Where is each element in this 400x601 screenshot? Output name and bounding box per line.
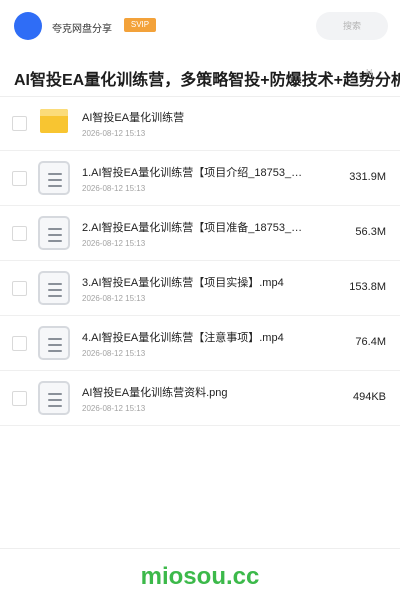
file-icon bbox=[38, 161, 70, 195]
file-icon bbox=[38, 326, 70, 360]
select-checkbox[interactable] bbox=[12, 336, 27, 351]
svip-badge: SVIP bbox=[124, 18, 156, 32]
file-date: 2026-08-12 15:13 bbox=[82, 184, 146, 193]
file-name: 4.AI智投EA量化训练营【注意事项】.mp4 bbox=[82, 332, 284, 344]
user-avatar[interactable] bbox=[14, 12, 42, 40]
select-checkbox[interactable] bbox=[12, 171, 27, 186]
title-overflow-text: M bbox=[366, 68, 373, 77]
list-item[interactable]: 3.AI智投EA量化训练营【项目实操】.mp4 2026-08-12 15:13… bbox=[0, 261, 400, 316]
list-item[interactable]: 2.AI智投EA量化训练营【项目准备_18753_… 2026-08-12 15… bbox=[0, 206, 400, 261]
top-bar: 夸克网盘分享 SVIP 搜索 bbox=[0, 0, 400, 53]
search-input[interactable]: 搜索 bbox=[316, 12, 388, 40]
page-title: AI智投EA量化训练营，多策略智投+防爆技术+趋势分析 bbox=[14, 72, 400, 89]
file-list: AI智投EA量化训练营 2026-08-12 15:13 1.AI智投EA量化训… bbox=[0, 96, 400, 426]
file-date: 2026-08-12 15:13 bbox=[82, 239, 146, 248]
app-name: 夸克网盘分享 bbox=[52, 24, 112, 35]
list-item[interactable]: 4.AI智投EA量化训练营【注意事项】.mp4 2026-08-12 15:13… bbox=[0, 316, 400, 371]
select-checkbox[interactable] bbox=[12, 226, 27, 241]
file-name: AI智投EA量化训练营 bbox=[82, 112, 185, 124]
share-title-bar: AI智投EA量化训练营，多策略智投+防爆技术+趋势分析 bbox=[0, 52, 400, 97]
file-icon bbox=[38, 216, 70, 250]
file-name: AI智投EA量化训练营资料.png bbox=[82, 387, 228, 399]
file-name: 3.AI智投EA量化训练营【项目实操】.mp4 bbox=[82, 277, 284, 289]
file-size: 56.3M bbox=[355, 226, 386, 238]
site-watermark: miosou.cc bbox=[140, 563, 260, 590]
file-size: 331.9M bbox=[349, 171, 386, 183]
select-checkbox[interactable] bbox=[12, 391, 27, 406]
file-name: 1.AI智投EA量化训练营【项目介绍_18753_… bbox=[82, 167, 303, 179]
select-checkbox[interactable] bbox=[12, 281, 27, 296]
footer: miosou.cc bbox=[0, 548, 400, 601]
file-size: 494KB bbox=[352, 391, 386, 403]
list-item[interactable]: 1.AI智投EA量化训练营【项目介绍_18753_… 2026-08-12 15… bbox=[0, 151, 400, 206]
file-name: 2.AI智投EA量化训练营【项目准备_18753_… bbox=[82, 222, 303, 234]
folder-icon bbox=[38, 106, 70, 140]
file-size: 153.8M bbox=[349, 281, 386, 293]
list-item[interactable]: AI智投EA量化训练营资料.png 2026-08-12 15:13 494KB bbox=[0, 371, 400, 426]
list-item[interactable]: AI智投EA量化训练营 2026-08-12 15:13 bbox=[0, 96, 400, 151]
file-date: 2026-08-12 15:13 bbox=[82, 404, 146, 413]
select-checkbox[interactable] bbox=[12, 116, 27, 131]
file-icon bbox=[38, 381, 70, 415]
file-date: 2026-08-12 15:13 bbox=[82, 294, 146, 303]
file-icon bbox=[38, 271, 70, 305]
file-date: 2026-08-12 15:13 bbox=[82, 349, 146, 358]
file-size: 76.4M bbox=[355, 336, 386, 348]
file-date: 2026-08-12 15:13 bbox=[82, 129, 146, 138]
